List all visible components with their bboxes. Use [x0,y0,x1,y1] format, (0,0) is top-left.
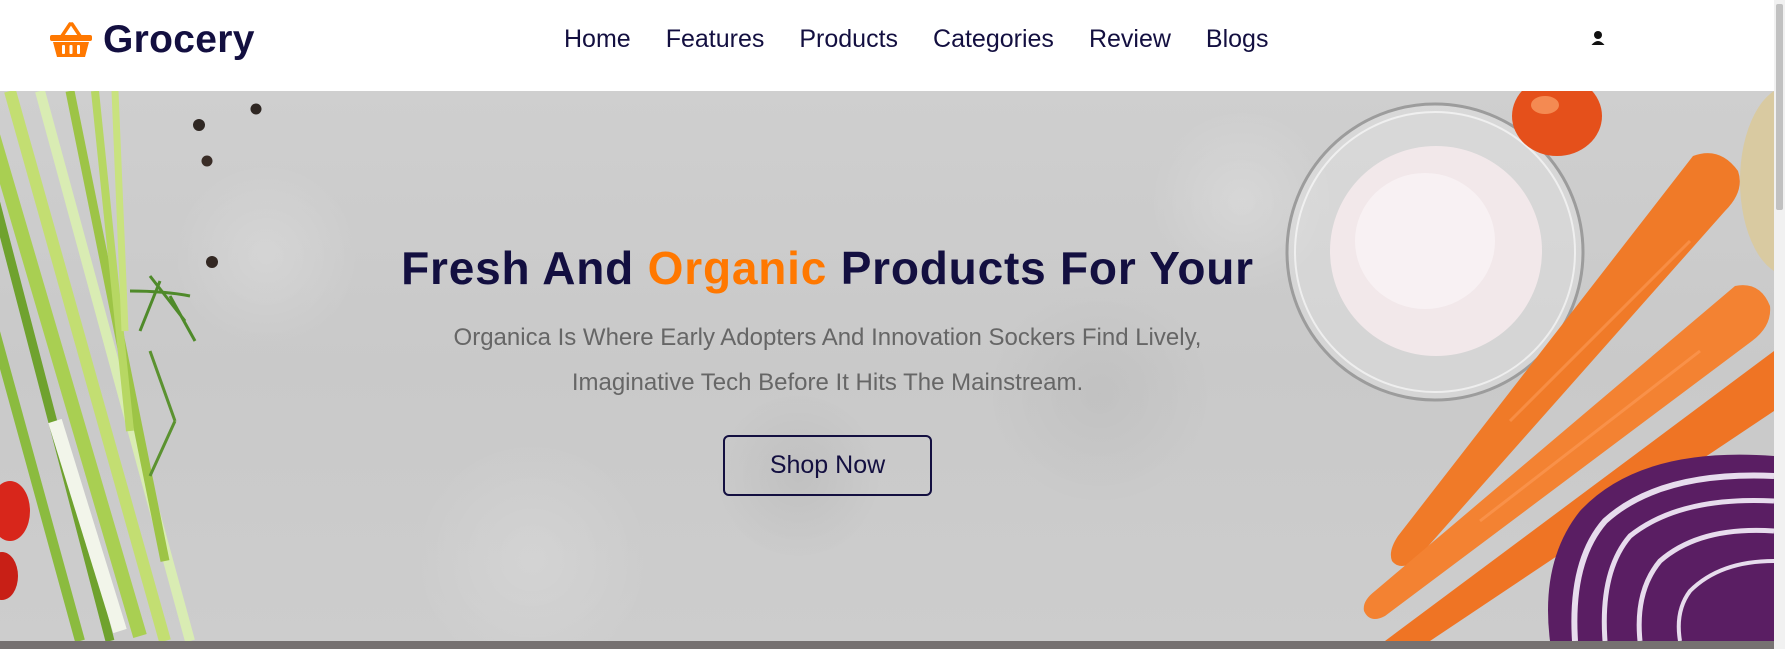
nav-features[interactable]: Features [666,23,765,55]
nav-blogs[interactable]: Blogs [1206,23,1269,55]
site-header: Grocery Home Features Products Categorie… [0,0,1774,91]
brand-logo[interactable]: Grocery [49,18,255,62]
hero-title: Fresh And Organic Products For Your [340,241,1315,295]
red-cabbage [1548,454,1774,641]
section-divider [0,641,1774,649]
hero-title-start: Fresh And [401,242,648,294]
user-account-button[interactable] [1588,28,1608,50]
peppercorn [250,103,262,115]
green-onions [0,91,197,641]
brand-name: Grocery [103,18,255,61]
shopping-basket-icon [50,22,92,57]
nav-products[interactable]: Products [799,23,898,55]
celery-root [1740,91,1774,271]
hero-content: Fresh And Organic Products For Your Orga… [340,241,1315,496]
page-scrollbar[interactable] [1774,0,1785,649]
nav-categories[interactable]: Categories [933,23,1054,55]
peppercorn [201,155,213,167]
hero-title-accent: Organic [647,242,828,294]
tomato-slice [0,481,30,541]
hero-description: Organica Is Where Early Adopters And Inn… [453,324,1202,396]
main-nav: Home Features Products Categories Review… [564,23,1303,55]
peppercorn [193,119,205,131]
scrollbar-thumb[interactable] [1776,4,1783,210]
nav-review[interactable]: Review [1089,23,1171,55]
hero-title-end: Products For Your [827,242,1254,294]
hero-banner: Fresh And Organic Products For Your Orga… [0,91,1774,641]
peppercorn [206,256,218,268]
shop-now-button[interactable]: Shop Now [722,435,933,496]
nav-home[interactable]: Home [564,23,631,55]
user-icon [1591,31,1605,45]
